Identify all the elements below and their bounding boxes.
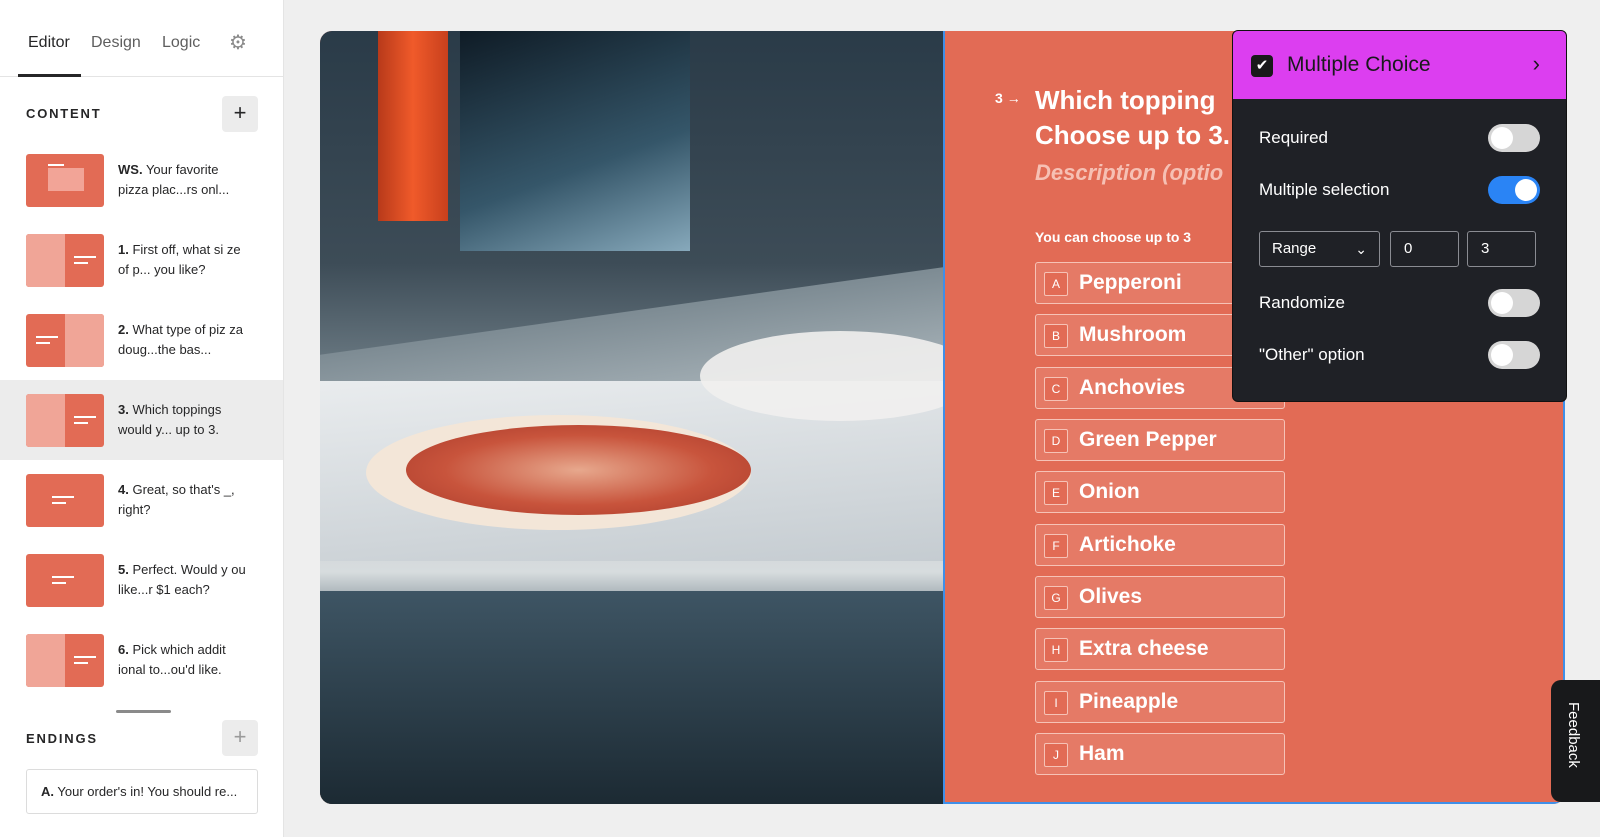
tab-design[interactable]: Design: [91, 34, 141, 52]
randomize-toggle[interactable]: [1488, 289, 1540, 317]
split-layout-thumbnail: [26, 634, 104, 687]
question-type-label: Multiple Choice: [1287, 53, 1431, 76]
statement-thumbnail: [26, 474, 104, 527]
split-layout-thumbnail: [26, 314, 104, 367]
list-item[interactable]: 2. What type of piz za doug...the bas...: [0, 300, 283, 380]
required-toggle[interactable]: [1488, 124, 1540, 152]
content-heading: CONTENT: [26, 106, 102, 121]
list-item[interactable]: 4. Great, so that's _, right?: [0, 460, 283, 540]
list-item-label: 3. Which toppings would y... up to 3.: [118, 402, 222, 437]
question-number: 3 →: [995, 90, 1021, 106]
range-select[interactable]: Range ⌄: [1259, 231, 1380, 267]
choice-option[interactable]: J Ham: [1035, 733, 1285, 775]
question-settings-popover: ✔ Multiple Choice › Required Multiple se…: [1232, 30, 1567, 402]
question-title[interactable]: Which topping Choose up to 3.: [1035, 83, 1250, 153]
choice-label: Ham: [1079, 742, 1125, 765]
choice-label: Pineapple: [1079, 690, 1179, 713]
choice-label: Green Pepper: [1079, 428, 1217, 451]
other-option-label: "Other" option: [1259, 345, 1365, 364]
feedback-label: Feedback: [1565, 702, 1582, 768]
add-ending-button[interactable]: +: [222, 720, 258, 756]
list-item[interactable]: WS. Your favorite pizza plac...rs onl...: [0, 140, 283, 220]
list-item[interactable]: 6. Pick which addit ional to...ou'd like…: [0, 620, 283, 700]
choice-option[interactable]: H Extra cheese: [1035, 628, 1285, 670]
multiple-selection-toggle[interactable]: [1488, 176, 1540, 204]
choice-key: C: [1044, 377, 1068, 401]
list-item-label: 4. Great, so that's _, right?: [118, 482, 235, 517]
range-max-input[interactable]: 3: [1467, 231, 1536, 267]
randomize-label: Randomize: [1259, 293, 1345, 312]
endings-heading: ENDINGS: [26, 731, 98, 746]
choice-key: A: [1044, 272, 1068, 296]
feedback-button[interactable]: Feedback: [1551, 680, 1600, 802]
selection-hint: You can choose up to 3: [1035, 229, 1192, 245]
choice-option[interactable]: I Pineapple: [1035, 681, 1285, 723]
gear-icon[interactable]: ⚙: [228, 33, 248, 53]
ending-item[interactable]: A. Your order's in! You should re...: [26, 769, 258, 814]
tab-bar: Editor Design Logic ⚙: [0, 0, 283, 77]
question-list: WS. Your favorite pizza plac...rs onl...…: [0, 140, 283, 700]
list-item[interactable]: 1. First off, what si ze of p... you lik…: [0, 220, 283, 300]
choice-option[interactable]: F Artichoke: [1035, 524, 1285, 566]
choice-key: B: [1044, 324, 1068, 348]
chevron-right-icon[interactable]: ›: [1533, 51, 1540, 77]
welcome-thumbnail: [26, 154, 104, 207]
list-item-label: 6. Pick which addit ional to...ou'd like…: [118, 642, 226, 677]
chevron-down-icon: ⌄: [1355, 241, 1367, 257]
choice-key: F: [1044, 534, 1068, 558]
sidebar: Editor Design Logic ⚙ CONTENT + WS. Your…: [0, 0, 284, 837]
choice-label: Pepperoni: [1079, 271, 1182, 294]
choice-key: E: [1044, 481, 1068, 505]
list-item-label: 2. What type of piz za doug...the bas...: [118, 322, 244, 357]
choice-key: H: [1044, 638, 1068, 662]
choice-key: J: [1044, 743, 1068, 767]
choice-option[interactable]: G Olives: [1035, 576, 1285, 618]
choice-key: G: [1044, 586, 1068, 610]
choice-label: Olives: [1079, 585, 1143, 608]
statement-thumbnail: [26, 554, 104, 607]
pizza-photo: [320, 31, 943, 804]
list-item-label: 5. Perfect. Would y ou like...r $1 each?: [118, 562, 246, 597]
required-label: Required: [1259, 128, 1328, 147]
split-layout-thumbnail: [26, 394, 104, 447]
choice-label: Anchovies: [1079, 376, 1186, 399]
question-description[interactable]: Description (optio: [1035, 160, 1250, 186]
choice-label: Onion: [1079, 480, 1140, 503]
tab-editor[interactable]: Editor: [28, 34, 70, 52]
split-layout-thumbnail: [26, 234, 104, 287]
tab-logic[interactable]: Logic: [162, 34, 200, 52]
choice-label: Artichoke: [1079, 533, 1176, 556]
choice-label: Extra cheese: [1079, 637, 1209, 660]
list-item-label: WS. Your favorite pizza plac...rs onl...: [118, 162, 230, 197]
add-content-button[interactable]: +: [222, 96, 258, 132]
resize-handle[interactable]: [116, 710, 171, 713]
choice-option[interactable]: D Green Pepper: [1035, 419, 1285, 461]
other-option-toggle[interactable]: [1488, 341, 1540, 369]
multiple-selection-label: Multiple selection: [1259, 180, 1390, 199]
choice-key: I: [1044, 691, 1068, 715]
choice-key: D: [1044, 429, 1068, 453]
active-tab-indicator: [18, 74, 81, 77]
list-item-selected[interactable]: 3. Which toppings would y... up to 3.: [0, 380, 283, 460]
range-min-input[interactable]: 0: [1390, 231, 1459, 267]
checkbox-icon: ✔: [1251, 55, 1273, 77]
choice-label: Mushroom: [1079, 323, 1187, 346]
list-item[interactable]: 5. Perfect. Would y ou like...r $1 each?: [0, 540, 283, 620]
question-type-header[interactable]: ✔ Multiple Choice ›: [1233, 31, 1566, 99]
list-item-label: 1. First off, what si ze of p... you lik…: [118, 242, 241, 277]
choice-option[interactable]: E Onion: [1035, 471, 1285, 513]
